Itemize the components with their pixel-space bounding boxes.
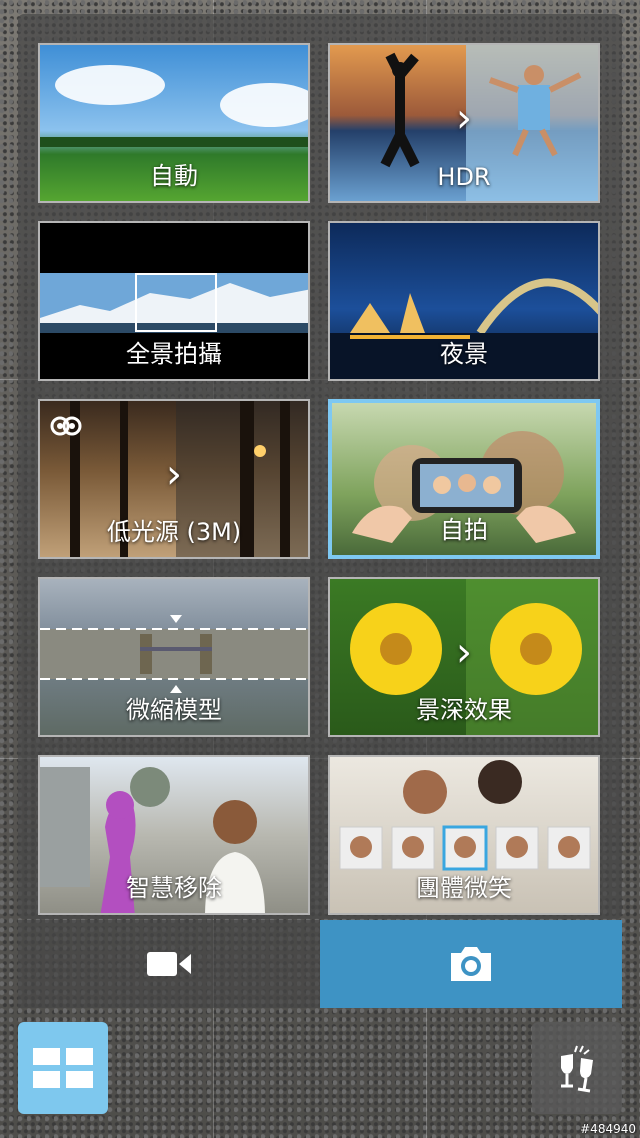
camera-icon (451, 947, 491, 981)
chevron-right-icon: › (166, 451, 182, 498)
mode-label: 自動 (150, 162, 198, 190)
mode-label: 微縮模型 (126, 696, 222, 724)
mode-label: 低光源 (3M) (106, 518, 242, 546)
mode-label: 全景拍攝 (126, 340, 222, 368)
mode-tile-low-light[interactable]: › 低光源 (3M) (38, 399, 310, 559)
mode-tile-hdr[interactable]: › HDR (328, 43, 600, 203)
mode-label: 團體微笑 (416, 874, 512, 902)
video-mode-button[interactable] (18, 920, 320, 1008)
mode-tile-auto[interactable]: 自動 (38, 43, 310, 203)
mode-tile-depth[interactable]: › 景深效果 (328, 577, 600, 737)
watermark: #484940 (580, 1122, 636, 1136)
mode-tile-smart-remove[interactable]: 智慧移除 (38, 755, 310, 915)
chevron-right-icon: › (456, 95, 472, 142)
grid-icon (33, 1048, 93, 1088)
mode-label: 智慧移除 (126, 874, 222, 902)
owl-icon (50, 416, 82, 436)
mode-label: 自拍 (440, 516, 488, 544)
mode-tile-miniature[interactable]: 微縮模型 (38, 577, 310, 737)
cheers-icon (561, 1045, 593, 1093)
mode-tile-panorama[interactable]: 全景拍攝 (38, 221, 310, 381)
mode-tile-selfie[interactable]: 自拍 (328, 399, 600, 559)
mode-grid-toggle-button[interactable] (18, 1022, 108, 1114)
photo-mode-button[interactable] (320, 920, 622, 1008)
mode-label: 景深效果 (416, 696, 512, 724)
mode-tile-night[interactable]: 夜景 (328, 221, 600, 381)
party-mode-button[interactable] (532, 1022, 622, 1114)
chevron-right-icon: › (456, 629, 472, 676)
mode-label: 夜景 (440, 340, 488, 368)
video-camera-icon (147, 952, 191, 976)
mode-tile-group-smile[interactable]: 團體微笑 (328, 755, 600, 915)
mode-label: HDR (437, 163, 491, 191)
